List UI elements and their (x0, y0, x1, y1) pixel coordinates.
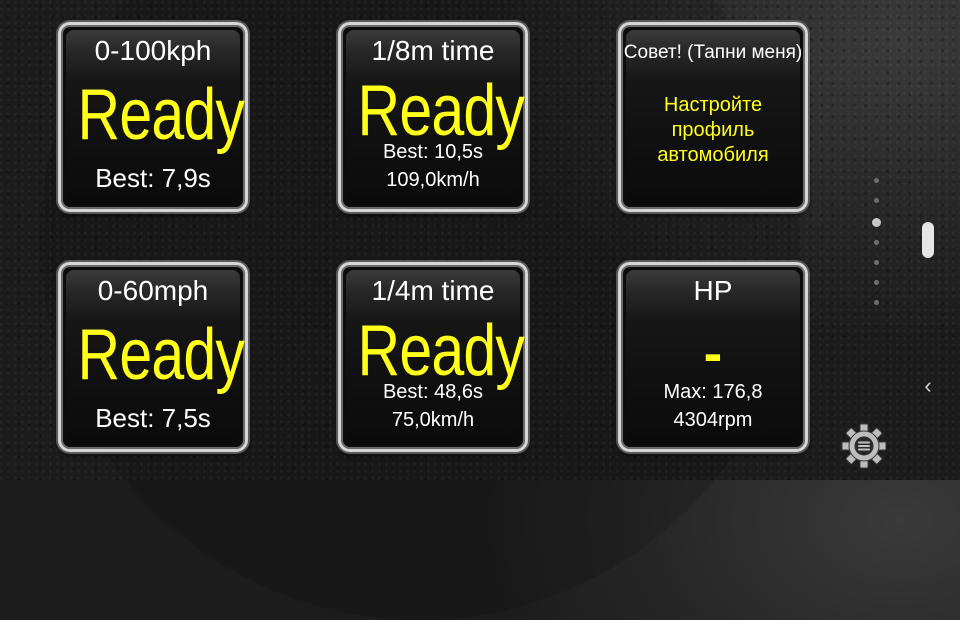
tile-status: Ready (77, 315, 245, 395)
tile-0-100kph[interactable]: 0-100kph Ready Best: 7,9s (58, 22, 248, 212)
page-dot (873, 198, 879, 203)
scroll-handle[interactable] (922, 222, 934, 258)
tile-title: HP (693, 275, 733, 306)
tile-tip[interactable]: Совет! (Тапни меня) Настройте профиль ав… (618, 22, 808, 212)
tile-title: 0-100kph (94, 35, 212, 66)
tile-value: - (703, 321, 723, 384)
page-dot-active (872, 218, 881, 227)
tip-title: Совет! (Тапни меня) (623, 42, 803, 63)
tile-0-60mph[interactable]: 0-60mph Ready Best: 7,5s (58, 262, 248, 452)
tile-speed: 75,0km/h (391, 409, 475, 431)
tile-best: Best: 48,6s (382, 381, 484, 403)
tile-best: Best: 7,9s (95, 163, 211, 193)
tile-hp[interactable]: HP - Max: 176,8 4304rpm (618, 262, 808, 452)
tile-title: 0-60mph (97, 275, 209, 306)
tip-line: профиль (671, 119, 755, 141)
tile-title: 1/8m time (371, 35, 495, 66)
tip-line: автомобиля (657, 144, 769, 166)
page-indicator (872, 178, 881, 320)
page-dot (873, 260, 879, 265)
tile-max: Max: 176,8 (663, 381, 763, 403)
page-dot (873, 178, 879, 183)
tile-best: Best: 7,5s (95, 403, 211, 433)
tile-best: Best: 10,5s (382, 141, 484, 163)
gear-icon[interactable] (838, 420, 890, 472)
page-dot (873, 300, 879, 305)
tile-1-4m-time[interactable]: 1/4m time Ready Best: 48,6s 75,0km/h (338, 262, 528, 452)
tile-title: 1/4m time (371, 275, 495, 306)
tile-status: Ready (77, 75, 245, 155)
page-dot (873, 280, 879, 285)
tip-message: Настройте профиль автомобиля (621, 93, 805, 168)
tip-line: Настройте (663, 94, 763, 116)
tile-speed: 109,0km/h (386, 169, 480, 191)
page-dot (873, 240, 879, 245)
tile-1-8m-time[interactable]: 1/8m time Ready Best: 10,5s 109,0km/h (338, 22, 528, 212)
chevron-left-icon[interactable]: ‹ (918, 372, 938, 400)
tile-rpm: 4304rpm (673, 409, 753, 431)
